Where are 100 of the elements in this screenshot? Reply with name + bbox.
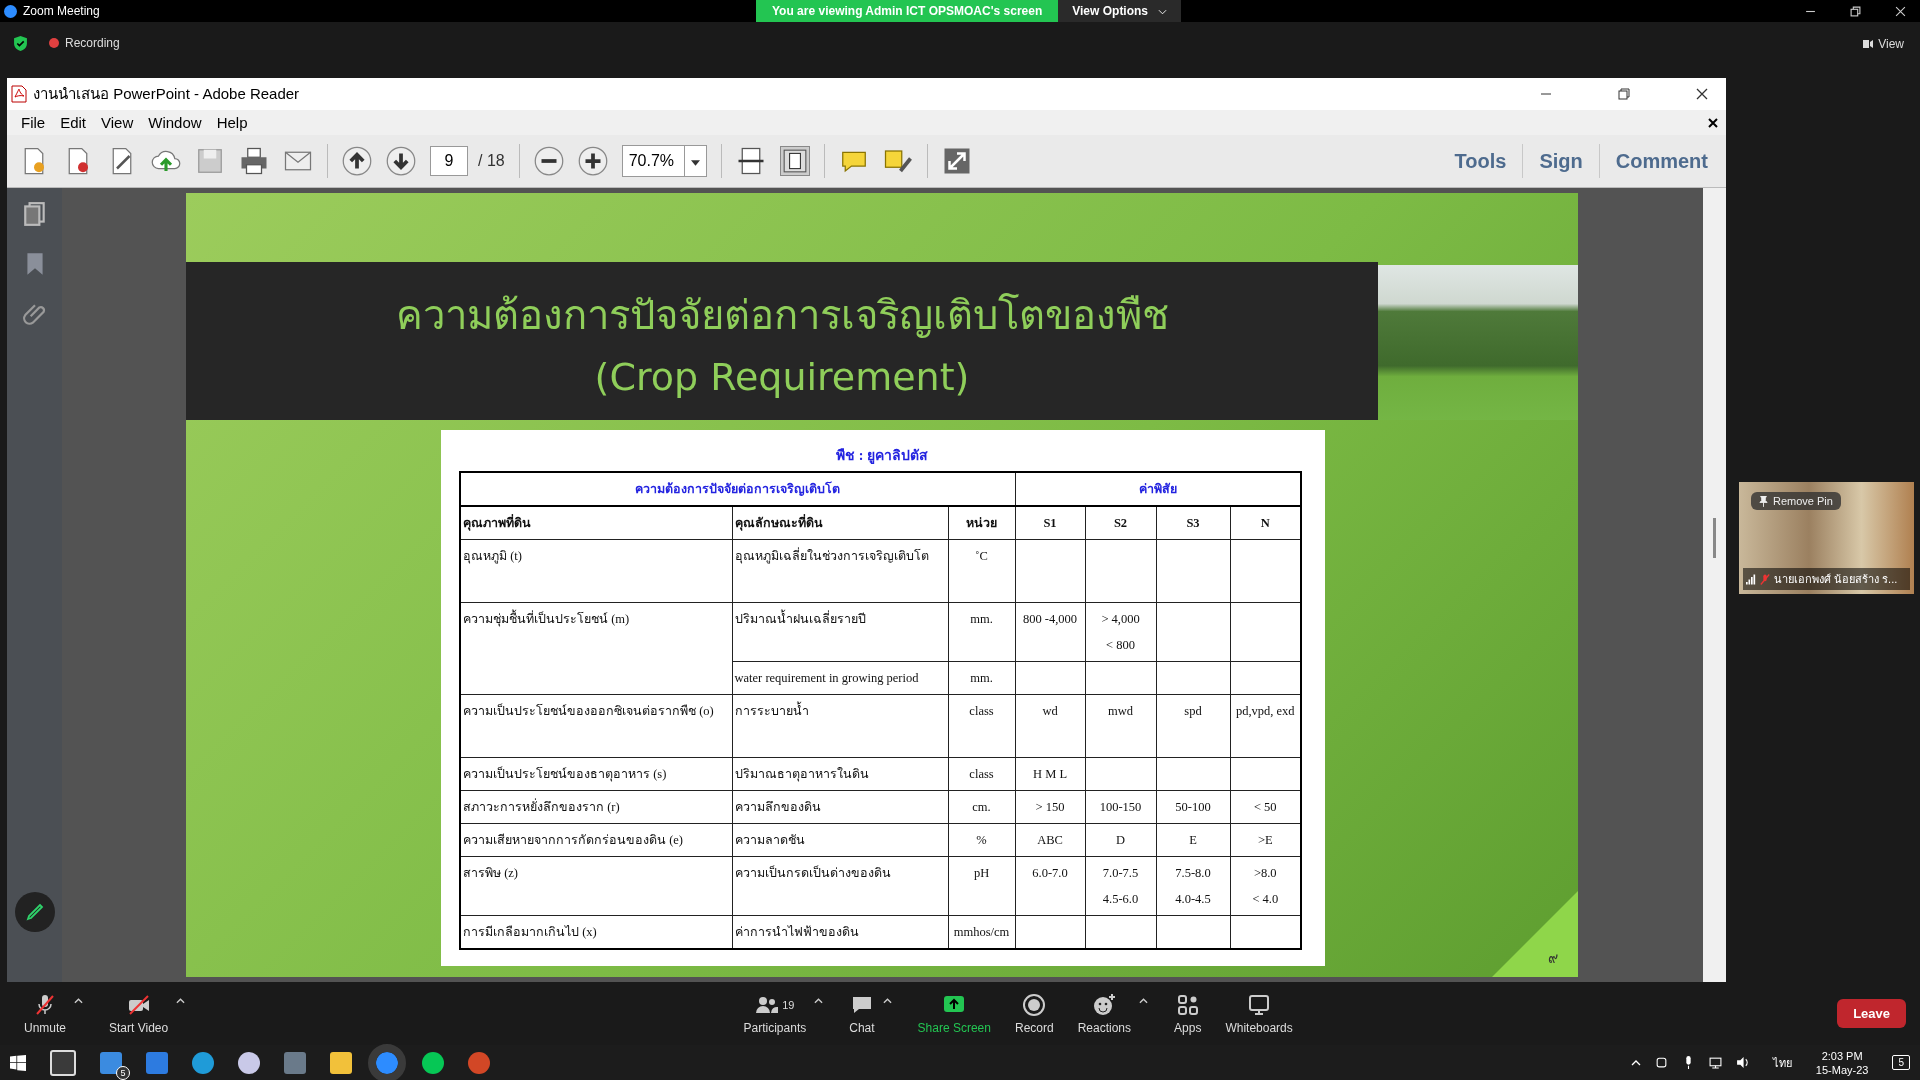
menu-item[interactable]: View: [95, 114, 143, 131]
meeting-control[interactable]: Start Video: [97, 992, 181, 1035]
recording-icon: [49, 38, 59, 48]
group-header: ความต้องการปัจจัยต่อการเจริญเติบโต: [460, 472, 1016, 506]
speaker-icon[interactable]: [1735, 1056, 1749, 1069]
panel-button[interactable]: Tools: [1448, 149, 1513, 173]
table-cell: D: [1085, 823, 1157, 857]
meeting-control[interactable]: Apps: [1162, 992, 1214, 1035]
table-cell: อุณหภูมิ (t): [460, 539, 732, 603]
fit-width-icon[interactable]: [736, 146, 767, 176]
meeting-control[interactable]: 19 Participants: [731, 992, 819, 1035]
participant-name: นายเอกพงศ์ น้อยสร้าง ร...: [1774, 572, 1898, 587]
view-button[interactable]: View: [1857, 36, 1910, 52]
close-icon[interactable]: [1696, 88, 1708, 100]
slide-title: ความต้องการปัจจัยต่อการเจริญเติบโตของพืช: [395, 291, 1169, 340]
menu-item[interactable]: Edit: [54, 114, 96, 131]
table-cell: > 150: [1015, 790, 1086, 824]
camera-icon[interactable]: [1654, 1056, 1668, 1069]
meeting-control[interactable]: Unmute: [12, 992, 79, 1035]
table-cell: 800 -4,000: [1015, 602, 1086, 662]
viewing-banner: You are viewing Admin ICT OPSMOAC's screen: [756, 0, 1059, 22]
menu-item[interactable]: File: [15, 114, 55, 131]
meeting-control[interactable]: Reactions: [1065, 992, 1144, 1035]
record-icon: [1022, 992, 1047, 1017]
pin-icon: [1759, 495, 1768, 507]
caret-icon[interactable]: [74, 997, 84, 1004]
table-cell: ˚C: [948, 539, 1016, 603]
clock[interactable]: 2:03 PM 15-May-23: [1815, 1048, 1869, 1077]
leave-button[interactable]: Leave: [1837, 999, 1906, 1028]
scrollbar-thumb[interactable]: [1713, 518, 1716, 558]
table-cell: ปริมาณธาตุอาหารในดิน: [732, 757, 948, 791]
table-cell: ความเป็นประโยชน์ของออกซิเจนต่อรากพืช (o): [460, 694, 732, 758]
input-language[interactable]: ไทย: [1772, 1053, 1792, 1072]
table-cell: cm.: [948, 790, 1016, 824]
table-cell: 100-150: [1085, 790, 1157, 824]
table-cell: 6.0-7.0: [1015, 856, 1086, 916]
page-number: ๙: [1548, 949, 1558, 968]
smiley-icon: [1092, 992, 1117, 1017]
view-icon: [1863, 39, 1874, 49]
table-cell: class: [948, 694, 1016, 758]
caret-icon: [1158, 9, 1168, 15]
pages-icon[interactable]: [21, 200, 48, 228]
remove-pin-button[interactable]: Remove Pin: [1751, 492, 1841, 510]
caret-icon: [691, 160, 701, 166]
table-cell: การระบายน้ำ: [732, 694, 948, 758]
restore-icon[interactable]: [1618, 88, 1630, 100]
table-cell: > 4,000 < 800: [1085, 602, 1157, 662]
table-cell: ความเป็นกรดเป็นด่างของดิน: [732, 856, 948, 916]
menu-item[interactable]: Window: [142, 114, 211, 131]
table-cell: ABC: [1015, 823, 1086, 857]
table-cell: water requirement in growing period: [732, 661, 948, 695]
print-icon[interactable]: [239, 146, 269, 176]
restore-icon[interactable]: [1850, 5, 1861, 17]
table-cell: mm.: [948, 602, 1016, 662]
column-header: S1: [1015, 506, 1086, 540]
menu-item[interactable]: Help: [210, 114, 257, 131]
table-cell: E: [1156, 823, 1231, 857]
table-cell: ความลึกของดิน: [732, 790, 948, 824]
column-header: S2: [1085, 506, 1157, 540]
meeting-control[interactable]: Chat: [837, 992, 887, 1035]
fit-page-icon[interactable]: [780, 146, 811, 176]
close-icon[interactable]: [1708, 117, 1718, 128]
caret-icon[interactable]: [814, 997, 824, 1004]
pen-icon[interactable]: [14, 892, 55, 932]
table-caption: พืช : ยูคาลิปตัส: [836, 447, 928, 466]
caret-icon[interactable]: [176, 997, 186, 1004]
meeting-control[interactable]: Whiteboards: [1213, 992, 1305, 1035]
apps-icon: [1175, 992, 1200, 1017]
meeting-control[interactable]: Record: [1003, 992, 1066, 1035]
column-header: คุณลักษณะที่ดิน: [732, 506, 948, 540]
column-header: S3: [1156, 506, 1231, 540]
page-number-field[interactable]: 9: [430, 146, 468, 176]
caret-icon[interactable]: [882, 997, 892, 1004]
zoom-level-field[interactable]: 70.7%: [621, 145, 708, 177]
windows-icon[interactable]: [10, 1054, 26, 1071]
view-options-button[interactable]: View Options: [1058, 0, 1182, 22]
table-cell: %: [948, 823, 1016, 857]
table-cell: spd: [1156, 694, 1231, 758]
zoom-in-icon[interactable]: [577, 146, 608, 176]
recording-label: Recording: [65, 36, 120, 50]
table-cell: สารพิษ (z): [460, 856, 732, 916]
table-cell: ความชุ่มชื้นที่เป็นประโยชน์ (m): [460, 602, 732, 695]
column-header: หน่วย: [948, 506, 1016, 540]
expand-icon[interactable]: [942, 146, 973, 176]
panel-button[interactable]: Sign: [1533, 149, 1589, 173]
count-badge: 5: [116, 1065, 130, 1080]
zoom-out-icon[interactable]: [533, 146, 564, 176]
meeting-control[interactable]: Share Screen: [905, 992, 1003, 1035]
panel-button[interactable]: Comment: [1609, 149, 1714, 173]
table-cell: class: [948, 757, 1016, 791]
taskbar-app-icon[interactable]: [238, 1051, 260, 1074]
video-off-icon: [126, 992, 151, 1017]
table-cell: 50-100: [1156, 790, 1231, 824]
network-icon[interactable]: [1708, 1056, 1722, 1069]
caret-icon[interactable]: [1139, 997, 1149, 1004]
notification-button[interactable]: 5: [1892, 1055, 1910, 1070]
taskbar-app-icon[interactable]: [50, 1049, 76, 1076]
table-cell: H M L: [1015, 757, 1086, 791]
table-cell: ความลาดชัน: [732, 823, 948, 857]
pdf-icon: [11, 85, 27, 103]
